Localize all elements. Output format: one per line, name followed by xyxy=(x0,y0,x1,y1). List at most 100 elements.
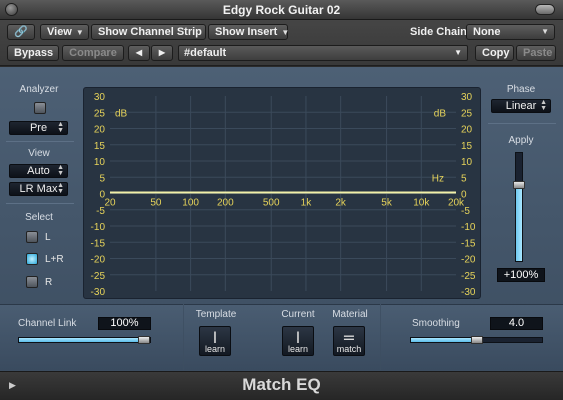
bypass-button[interactable]: Bypass xyxy=(7,45,59,61)
x-tick-label: 10k xyxy=(413,198,430,209)
plugin-name: Match EQ xyxy=(242,375,321,394)
x-tick-label: 20 xyxy=(104,198,116,209)
view-menu[interactable]: View ▼ xyxy=(40,24,89,40)
apply-label: Apply xyxy=(508,135,534,146)
arrow-right-icon: ▶ xyxy=(158,48,166,57)
up-down-icon: ▲ ▼ xyxy=(540,99,547,112)
title-bar: Edgy Rock Guitar 02 xyxy=(0,0,563,20)
channel-link-slider-handle[interactable] xyxy=(138,336,150,344)
x-tick-label: 20k xyxy=(448,198,465,209)
phase-mode-select[interactable]: Linear ▲ ▼ xyxy=(491,99,551,113)
show-insert-menu[interactable]: Show Insert ▼ xyxy=(208,24,290,40)
channel-link-label: Channel Link xyxy=(18,318,77,329)
link-button[interactable]: 🔗 xyxy=(7,24,35,40)
show-channel-strip-button[interactable]: Show Channel Strip xyxy=(91,24,206,40)
up-down-icon: ▲ ▼ xyxy=(57,182,64,195)
material-label: Material xyxy=(332,309,368,320)
window-title: Edgy Rock Guitar 02 xyxy=(222,3,341,17)
template-learn-button[interactable]: Ӏ learn xyxy=(199,326,231,356)
side-chain-value: None xyxy=(473,26,501,38)
view-mode-select[interactable]: Auto ▲ ▼ xyxy=(9,164,68,178)
chevron-down-icon: ▼ xyxy=(454,48,462,57)
chevron-down-icon: ▼ xyxy=(541,27,549,36)
match-button[interactable]: = match xyxy=(333,326,365,356)
smoothing-value[interactable]: 4.0 xyxy=(490,317,543,330)
channel-r-label: R xyxy=(45,277,53,288)
preset-name: #default xyxy=(184,47,227,59)
apply-value[interactable]: +100% xyxy=(497,268,545,282)
previous-preset-button[interactable]: ◀ xyxy=(128,45,150,61)
view-range-select[interactable]: LR Max ▲ ▼ xyxy=(9,182,68,196)
y-tick-label: -15 xyxy=(91,238,106,249)
eq-graph[interactable]: 30 30 25 25 20 20 15 15 10 10 5 5 0 0 -5 -5 -10 -10 -15 -15… xyxy=(83,87,481,299)
y-tick-label: 5 xyxy=(99,173,105,184)
x-tick-label: 50 xyxy=(150,198,162,209)
show-insert-label: Show Insert xyxy=(215,26,278,38)
up-down-icon: ▲ ▼ xyxy=(57,164,64,177)
x-tick-label: 500 xyxy=(263,198,280,209)
y-tick-label: -30 xyxy=(91,287,106,298)
y-tick-label: 15 xyxy=(461,141,473,152)
compare-button[interactable]: Compare xyxy=(62,45,124,61)
x-tick-label: 100 xyxy=(182,198,199,209)
channel-lr-label: L+R xyxy=(45,254,64,265)
divider xyxy=(488,123,556,124)
toolbar-toggle-icon[interactable] xyxy=(535,4,555,15)
y-tick-label: -15 xyxy=(461,238,476,249)
x-tick-label: 2k xyxy=(335,198,347,209)
paste-button[interactable]: Paste xyxy=(516,45,556,61)
arrow-left-icon: ◀ xyxy=(135,48,143,57)
next-preset-button[interactable]: ▶ xyxy=(151,45,173,61)
channel-r-checkbox[interactable] xyxy=(26,276,38,288)
plugin-footer: ▶ Match EQ xyxy=(0,371,563,400)
side-chain-label: Side Chain: xyxy=(410,26,471,38)
y-tick-label: 10 xyxy=(461,157,473,168)
y-tick-label: 25 xyxy=(94,108,106,119)
hz-unit-label: Hz xyxy=(432,173,444,184)
match-label: match xyxy=(336,344,362,354)
chevron-down-icon: ▼ xyxy=(281,28,290,37)
current-learn-label: learn xyxy=(287,344,308,354)
smoothing-label: Smoothing xyxy=(412,318,460,329)
y-tick-label: -20 xyxy=(91,255,106,266)
smoothing-slider-handle[interactable] xyxy=(470,336,483,344)
view-menu-label: View xyxy=(47,26,72,38)
analyzer-mode-select[interactable]: Pre ▲ ▼ xyxy=(9,121,68,135)
phase-mode-value: Linear xyxy=(505,100,537,112)
apply-fader-handle[interactable] xyxy=(513,181,525,190)
y-tick-label: -10 xyxy=(461,222,476,233)
current-label: Current xyxy=(281,309,315,320)
analyzer-mode-value: Pre xyxy=(29,122,48,134)
eq-graph-canvas: 30 3025 2520 2015 1510 105 50 0-5 -5-10 -10-15 -15… xyxy=(91,92,476,298)
y-tick-label: -30 xyxy=(461,287,476,298)
side-chain-select[interactable]: None ▼ xyxy=(466,24,555,40)
analyzer-checkbox[interactable] xyxy=(34,102,46,114)
y-tick-label: 30 xyxy=(461,92,473,103)
channel-link-slider-fill xyxy=(19,338,140,342)
channel-lr-checkbox[interactable] xyxy=(26,253,38,265)
y-tick-label: 15 xyxy=(94,141,106,152)
y-tick-label: -25 xyxy=(461,271,476,282)
copy-button[interactable]: Copy xyxy=(475,45,514,61)
channel-l-label: L xyxy=(45,232,51,243)
y-tick-label: 20 xyxy=(461,125,473,136)
phase-label: Phase xyxy=(506,84,536,95)
show-channel-strip-label: Show Channel Strip xyxy=(98,26,202,38)
divider xyxy=(6,203,74,204)
template-label: Template xyxy=(195,309,237,320)
current-learn-button[interactable]: Ӏ learn xyxy=(282,326,314,356)
preset-menu[interactable]: #default ▼ xyxy=(178,45,468,61)
y-tick-label: -25 xyxy=(91,271,106,282)
x-tick-label: 200 xyxy=(217,198,234,209)
channel-link-value[interactable]: 100% xyxy=(98,317,151,330)
x-tick-label: 5k xyxy=(381,198,393,209)
y-tick-label: 10 xyxy=(94,157,106,168)
plugin-header: 🔗 View ▼ Show Channel Strip Show Insert ▼ … xyxy=(0,20,563,66)
view-mode-value: Auto xyxy=(27,165,50,177)
link-icon: 🔗 xyxy=(14,26,28,38)
db-unit-label: dB xyxy=(434,108,447,119)
up-down-icon: ▲ ▼ xyxy=(57,121,64,134)
select-label: Select xyxy=(25,212,53,223)
y-tick-label: 5 xyxy=(461,173,467,184)
channel-l-checkbox[interactable] xyxy=(26,231,38,243)
